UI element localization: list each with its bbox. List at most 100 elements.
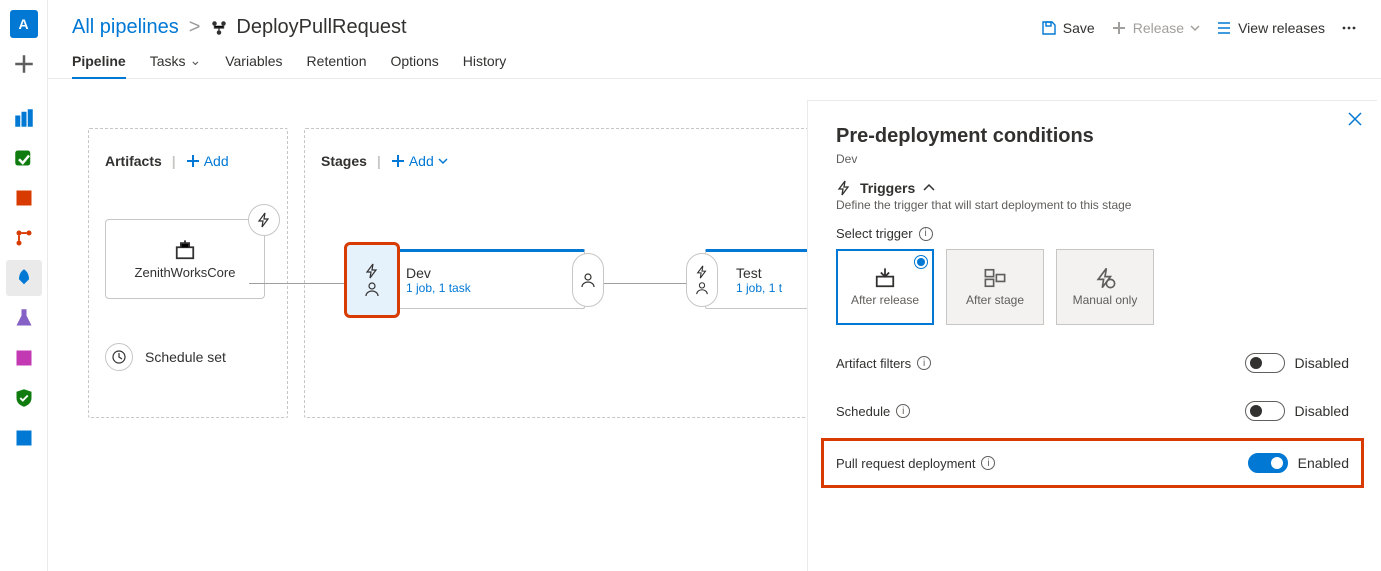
side-panel-subtitle: Dev	[836, 152, 1349, 166]
schedule-label: Schedule set	[145, 349, 226, 365]
rail-shield[interactable]	[6, 380, 42, 416]
package-icon	[14, 188, 34, 208]
tab-options[interactable]: Options	[390, 43, 438, 78]
build-icon	[174, 239, 196, 261]
close-button[interactable]	[1343, 107, 1367, 131]
avatar: A	[10, 10, 38, 38]
person-icon	[695, 281, 709, 295]
shield-icon	[14, 388, 34, 408]
stage-name: Test	[736, 265, 782, 281]
pr-deploy-toggle[interactable]: Enabled	[1248, 453, 1349, 473]
release-label: Release	[1133, 20, 1184, 36]
tab-retention[interactable]: Retention	[307, 43, 367, 78]
pre-deploy-conditions-button[interactable]	[346, 244, 398, 316]
artifact-filters-label: Artifact filters	[836, 356, 911, 371]
triggers-section-header[interactable]: Triggers	[836, 180, 1349, 196]
chevron-down-icon: ⌄	[189, 52, 201, 69]
artifacts-title: Artifacts	[105, 153, 162, 169]
plus-icon	[1111, 20, 1127, 36]
tab-tasks[interactable]: Tasks ⌄	[150, 43, 202, 78]
save-button[interactable]: Save	[1041, 20, 1095, 36]
artifact-filters-state: Disabled	[1295, 355, 1349, 371]
trigger-after-stage-label: After stage	[966, 293, 1024, 307]
schedule-row[interactable]: Schedule set	[105, 343, 271, 371]
breadcrumb: All pipelines > DeployPullRequest	[72, 16, 407, 39]
info-icon[interactable]: i	[917, 356, 931, 370]
more-icon	[1341, 20, 1357, 36]
rail-wiki[interactable]	[6, 340, 42, 376]
artifact-card[interactable]: ZenithWorksCore	[105, 219, 265, 299]
breadcrumb-back[interactable]: All pipelines	[72, 16, 179, 39]
stages-panel: Stages | Add Dev 1 job, 1 tas	[304, 128, 844, 418]
lightning-icon	[364, 263, 380, 279]
stage-card-dev[interactable]: Dev 1 job, 1 task	[375, 249, 585, 309]
artifact-name: ZenithWorksCore	[135, 265, 236, 280]
boards-icon	[14, 108, 34, 128]
side-panel-title: Pre-deployment conditions	[836, 125, 1349, 148]
trigger-after-release[interactable]: After release	[836, 249, 934, 325]
schedule-state: Disabled	[1295, 403, 1349, 419]
info-icon[interactable]: i	[981, 456, 995, 470]
plus-icon	[14, 54, 34, 74]
plus-icon	[391, 154, 405, 168]
header-actions: Save Release View releases	[1041, 20, 1357, 36]
chevron-up-icon	[923, 182, 935, 194]
save-icon	[1041, 20, 1057, 36]
tab-history[interactable]: History	[463, 43, 507, 78]
pre-deploy-conditions-button[interactable]	[686, 253, 718, 307]
breadcrumb-current: DeployPullRequest	[210, 16, 406, 39]
stage-meta[interactable]: 1 job, 1 t	[736, 281, 782, 295]
release-button[interactable]: Release	[1111, 20, 1200, 36]
radio-icon	[914, 255, 928, 269]
schedule-toggle[interactable]: Disabled	[1245, 401, 1349, 421]
trigger-manual-label: Manual only	[1073, 293, 1138, 307]
pr-deploy-state: Enabled	[1298, 455, 1349, 471]
triggers-desc: Define the trigger that will start deplo…	[836, 198, 1349, 212]
flask-icon	[14, 308, 34, 328]
rail-pipelines[interactable]	[6, 260, 42, 296]
tab-variables[interactable]: Variables	[225, 43, 282, 78]
trigger-after-stage[interactable]: After stage	[946, 249, 1044, 325]
tab-pipeline[interactable]: Pipeline	[72, 43, 126, 78]
rail-dashboard[interactable]	[6, 420, 42, 456]
plus-icon	[186, 154, 200, 168]
manual-icon	[1094, 267, 1116, 289]
trigger-manual-only[interactable]: Manual only	[1056, 249, 1154, 325]
trigger-after-release-label: After release	[851, 293, 919, 307]
rail-testplans[interactable]	[6, 300, 42, 336]
rail-boards[interactable]	[6, 100, 42, 136]
artifacts-header: Artifacts | Add	[105, 153, 271, 169]
trigger-options: After release After stage Manual only	[836, 249, 1349, 325]
chevron-down-icon	[438, 156, 448, 166]
artifact-filters-toggle[interactable]: Disabled	[1245, 353, 1349, 373]
rail-avatar[interactable]: A	[6, 6, 42, 42]
stages-title: Stages	[321, 153, 367, 169]
book-icon	[14, 348, 34, 368]
pr-deploy-row: Pull request deployment i Enabled	[836, 453, 1349, 473]
pr-deploy-highlight: Pull request deployment i Enabled	[824, 441, 1361, 485]
left-rail: A	[0, 0, 48, 571]
info-icon[interactable]: i	[919, 227, 933, 241]
stage-meta[interactable]: 1 job, 1 task	[406, 281, 471, 295]
more-button[interactable]	[1341, 20, 1357, 36]
stages-header: Stages | Add	[321, 153, 827, 169]
info-icon[interactable]: i	[896, 404, 910, 418]
artifact-trigger-badge[interactable]	[248, 204, 280, 236]
after-stage-icon	[984, 267, 1006, 289]
artifacts-panel: Artifacts | Add ZenithWorksCore Schedule	[88, 128, 288, 418]
stages-add-button[interactable]: Add	[391, 153, 448, 169]
pipeline-icon	[210, 19, 228, 37]
view-releases-button[interactable]: View releases	[1216, 20, 1325, 36]
rail-artifacts[interactable]	[6, 180, 42, 216]
main: All pipelines > DeployPullRequest Save R…	[48, 0, 1381, 571]
tabs: Pipeline Tasks ⌄ Variables Retention Opt…	[48, 43, 1381, 79]
artifacts-add-button[interactable]: Add	[186, 153, 229, 169]
rail-add[interactable]	[6, 46, 42, 82]
rail-repos[interactable]	[6, 140, 42, 176]
artifacts-add-label: Add	[204, 153, 229, 169]
tab-tasks-label: Tasks	[150, 53, 186, 69]
person-icon	[364, 281, 380, 297]
rail-branch[interactable]	[6, 220, 42, 256]
post-deploy-conditions-button[interactable]	[572, 253, 604, 307]
lightning-icon	[256, 212, 272, 228]
